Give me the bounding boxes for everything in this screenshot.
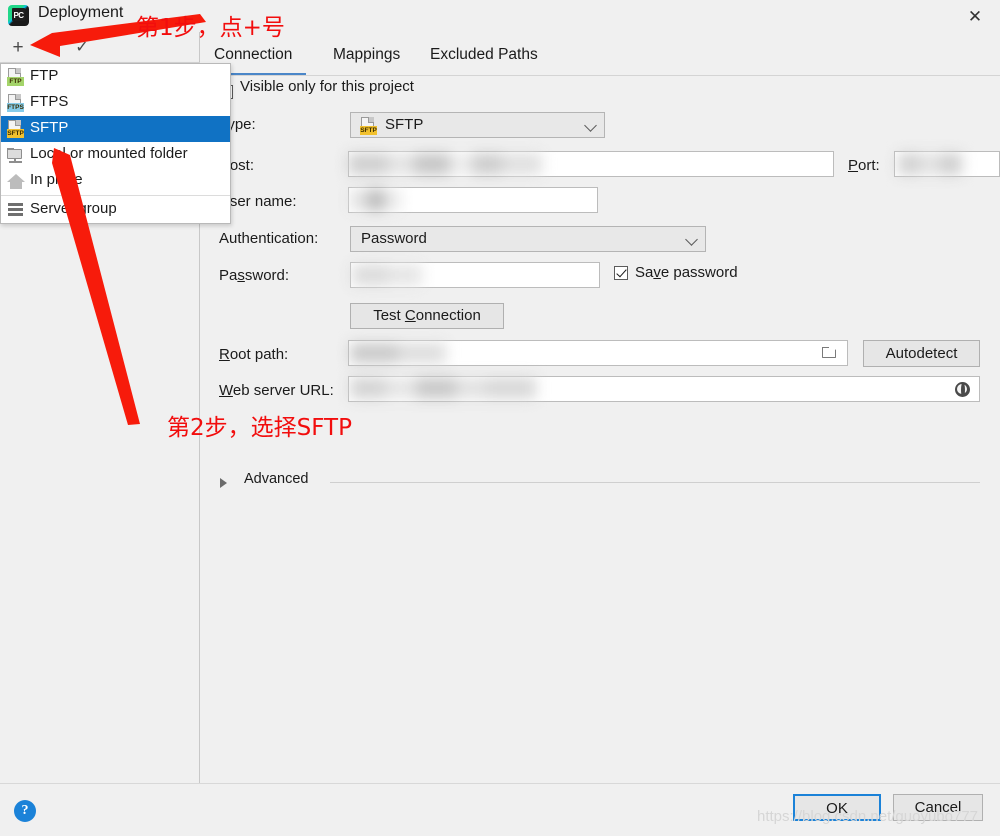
advanced-divider (330, 482, 980, 483)
add-server-button[interactable]: + (6, 36, 30, 59)
advanced-label: Advanced (244, 471, 309, 487)
authentication-combobox[interactable]: Password (350, 226, 706, 252)
password-label: Password: (219, 267, 290, 284)
type-value: SFTP (385, 116, 424, 133)
port-input[interactable] (894, 151, 1000, 177)
save-password-checkbox[interactable] (614, 266, 628, 280)
dropdown-item-label: Server group (30, 200, 117, 217)
dropdown-item-label: FTP (30, 67, 59, 84)
advanced-section-header[interactable]: Advanced (220, 471, 980, 493)
settings-tabs: Connection Mappings Excluded Paths (199, 40, 1000, 78)
authentication-value: Password (361, 230, 427, 247)
dropdown-item-ftp[interactable]: FTP FTP (1, 64, 230, 90)
annotation-step-1: 第1步，点+号 (136, 15, 285, 41)
visible-only-label: Visible only for this project (240, 78, 414, 95)
dialog-title: Deployment (38, 4, 124, 21)
watermark: https://blog.csdn.net/guoyubo777 (757, 808, 979, 825)
dropdown-item-label: SFTP (30, 119, 69, 136)
chevron-down-icon (584, 119, 597, 132)
deployment-dialog: PC Deployment ✕ + − ✓ Connection Mapping… (0, 0, 1000, 836)
type-dropdown-popup: FTP FTP FTPS FTPS SFTP SFTP Local or mou… (0, 63, 231, 224)
dropdown-item-local-or-mounted-folder[interactable]: Local or mounted folder (1, 142, 230, 168)
set-default-server-button[interactable]: ✓ (70, 36, 94, 59)
save-password-label: Save password (635, 264, 738, 281)
type-combobox[interactable]: SFTP SFTP (350, 112, 605, 138)
browse-folder-icon[interactable] (822, 346, 838, 359)
chevron-right-icon (220, 478, 227, 488)
tab-excluded-paths[interactable]: Excluded Paths (430, 40, 538, 76)
server-group-icon (8, 203, 23, 218)
pycharm-logo-text: PC (13, 11, 24, 20)
pycharm-logo-icon: PC (8, 5, 29, 26)
password-input[interactable] (350, 262, 600, 288)
dropdown-item-label: FTPS (30, 93, 69, 110)
host-input[interactable] (348, 151, 834, 177)
ftp-icon: FTP (7, 68, 24, 86)
tab-mappings[interactable]: Mappings (333, 40, 400, 76)
dropdown-item-label: Local or mounted folder (30, 145, 188, 162)
help-icon[interactable]: ? (14, 800, 36, 822)
dropdown-item-sftp[interactable]: SFTP SFTP (1, 116, 230, 142)
home-icon (7, 174, 25, 189)
globe-icon[interactable] (955, 382, 970, 397)
annotation-step-2: 第2步，选择SFTP (167, 415, 352, 441)
test-connection-button[interactable]: Test Connection (350, 303, 504, 329)
dropdown-item-server-group[interactable]: Server group (1, 197, 230, 223)
dropdown-item-in-place[interactable]: In place (1, 168, 230, 194)
root-path-label: Root path: (219, 346, 289, 363)
chevron-down-icon (685, 233, 698, 246)
dropdown-item-ftps[interactable]: FTPS FTPS (1, 90, 230, 116)
port-label: Port: (848, 157, 880, 174)
folder-icon (7, 148, 25, 163)
remove-server-button[interactable]: − (38, 36, 62, 59)
web-server-url-label: Web server URL: (219, 382, 334, 399)
ftps-icon: FTPS (7, 94, 24, 112)
root-path-input[interactable] (348, 340, 848, 366)
authentication-label: Authentication: (219, 230, 319, 247)
autodetect-button[interactable]: Autodetect (863, 340, 980, 367)
sftp-icon: SFTP (7, 120, 24, 138)
dropdown-separator (1, 195, 230, 196)
tabs-divider (200, 75, 1000, 76)
user-name-input[interactable] (348, 187, 598, 213)
close-icon[interactable]: ✕ (960, 3, 990, 31)
dropdown-item-label: In place (30, 171, 83, 188)
sftp-icon: SFTP (360, 117, 377, 135)
web-server-url-input[interactable] (348, 376, 980, 402)
